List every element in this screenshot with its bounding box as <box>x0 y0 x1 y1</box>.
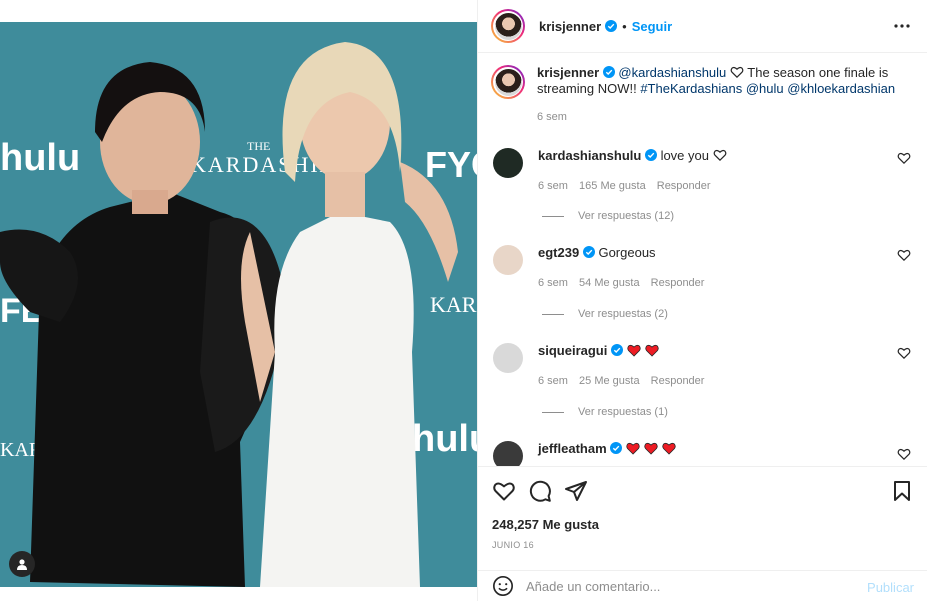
like-comment-heart-icon[interactable] <box>897 151 911 165</box>
caption-hashtag[interactable]: #TheKardashians <box>640 81 742 96</box>
author-avatar[interactable] <box>491 9 525 43</box>
comment-reply-button[interactable]: Responder <box>651 277 705 289</box>
verified-badge-icon <box>602 66 615 78</box>
like-comment-heart-icon[interactable] <box>897 447 911 461</box>
comment-avatar[interactable] <box>493 148 523 178</box>
save-button[interactable] <box>890 479 914 503</box>
like-button[interactable] <box>492 479 516 503</box>
post-photo[interactable]: hulu hulu THE KARDASHIANS FYC KARDASHIAN… <box>0 22 477 587</box>
paper-plane-icon <box>565 481 587 501</box>
comment-item: egt239 Gorgeous 6 sem 54 Me gusta Respon… <box>491 245 911 325</box>
share-button[interactable] <box>564 479 588 503</box>
add-comment-bar: Publicar <box>478 570 927 601</box>
header-separator: • <box>622 18 627 34</box>
comment-avatar[interactable] <box>493 441 523 466</box>
comment-avatar[interactable] <box>493 343 523 373</box>
caption-username[interactable]: krisjenner <box>537 65 599 80</box>
backdrop-hulu-logo: hulu <box>0 137 80 179</box>
comment-text: Gorgeous <box>598 245 656 260</box>
comment-time: 6 sem <box>538 375 568 387</box>
caption-mention-khloe[interactable]: @khloekardashian <box>787 81 895 96</box>
comments-section[interactable]: krisjenner @kardashianshulu The season o… <box>478 54 927 466</box>
likes-count[interactable]: 248,257 Me gusta <box>492 517 599 532</box>
author-username[interactable]: krisjenner <box>539 19 601 34</box>
verified-badge-icon <box>582 246 595 258</box>
view-replies-button[interactable]: Ver respuestas (12) <box>542 210 674 222</box>
comment-time: 6 sem <box>538 180 568 192</box>
view-replies-label: Ver respuestas (2) <box>578 308 668 320</box>
post-date: JUNIO 16 <box>492 540 534 550</box>
comment-avatar[interactable] <box>493 245 523 275</box>
heart-outline-icon <box>713 149 727 162</box>
view-replies-button[interactable]: Ver respuestas (1) <box>542 406 668 418</box>
caption-time: 6 sem <box>537 111 567 123</box>
backdrop-kardashians-2: KARDASHIANS <box>430 292 477 317</box>
comment-likes[interactable]: 54 Me gusta <box>579 277 640 289</box>
emoji-smiley-icon[interactable] <box>492 575 514 597</box>
follow-button[interactable]: Seguir <box>632 19 672 34</box>
comment-likes[interactable]: 165 Me gusta <box>579 180 646 192</box>
comment-reply-button[interactable]: Responder <box>657 180 711 192</box>
comment-time: 6 sem <box>538 277 568 289</box>
verified-badge-icon <box>610 442 623 454</box>
heart-outline-icon <box>730 66 744 79</box>
view-replies-label: Ver respuestas (1) <box>578 406 668 418</box>
more-dots-icon <box>894 24 910 28</box>
verified-badge-icon <box>610 344 623 356</box>
backdrop-fyc: FYC <box>425 144 477 185</box>
comment-reply-button[interactable]: Responder <box>651 375 705 387</box>
like-comment-heart-icon[interactable] <box>897 248 911 262</box>
post-header: krisjenner • Seguir <box>478 0 927 53</box>
red-hearts-emoji-icon <box>626 442 676 455</box>
comment-username[interactable]: kardashianshulu <box>538 148 641 163</box>
photo-illustration: hulu hulu THE KARDASHIANS FYC KARDASHIAN… <box>0 22 477 587</box>
post-caption: krisjenner @kardashianshulu The season o… <box>491 65 911 125</box>
post-sidebar: krisjenner • Seguir krisjenner @kardashi… <box>477 0 927 601</box>
comment-likes[interactable]: 25 Me gusta <box>579 375 640 387</box>
backdrop-the: THE <box>247 139 270 153</box>
post-media-panel: hulu hulu THE KARDASHIANS FYC KARDASHIAN… <box>0 0 477 601</box>
caption-mention-hulu[interactable]: @hulu <box>746 81 784 96</box>
like-comment-heart-icon[interactable] <box>897 346 911 360</box>
backdrop-hulu-logo-2: hulu <box>412 418 477 460</box>
heart-icon <box>493 482 515 501</box>
media-bottom-margin <box>0 587 477 601</box>
comment-username[interactable]: egt239 <box>538 245 579 260</box>
comment-username[interactable]: siqueiragui <box>538 343 607 358</box>
verified-badge-icon <box>644 149 657 161</box>
bookmark-icon <box>894 481 910 501</box>
more-options-button[interactable] <box>892 17 912 35</box>
comment-item: jeffleatham <box>491 441 911 466</box>
comment-input[interactable] <box>526 578 846 594</box>
comment-bubble-icon <box>529 480 551 502</box>
comment-text: love you <box>660 148 709 163</box>
media-top-margin <box>0 0 477 22</box>
verified-badge-icon <box>605 20 618 32</box>
caption-author-avatar[interactable] <box>491 65 525 99</box>
tagged-users-button[interactable] <box>9 551 35 577</box>
comment-button[interactable] <box>528 479 552 503</box>
caption-mention-kardashianshulu[interactable]: @kardashianshulu <box>618 65 726 80</box>
comment-username[interactable]: jeffleatham <box>538 441 607 456</box>
view-replies-button[interactable]: Ver respuestas (2) <box>542 308 668 320</box>
post-actions: 248,257 Me gusta JUNIO 16 <box>478 466 927 566</box>
publish-button[interactable]: Publicar <box>867 580 914 595</box>
view-replies-label: Ver respuestas (12) <box>578 210 674 222</box>
comment-item: kardashianshulu love you 6 sem 165 Me gu… <box>491 148 911 228</box>
comment-item: siqueiragui 6 sem 25 Me gusta Responder … <box>491 343 911 423</box>
red-hearts-emoji-icon <box>626 344 659 357</box>
user-tag-icon <box>17 559 27 570</box>
